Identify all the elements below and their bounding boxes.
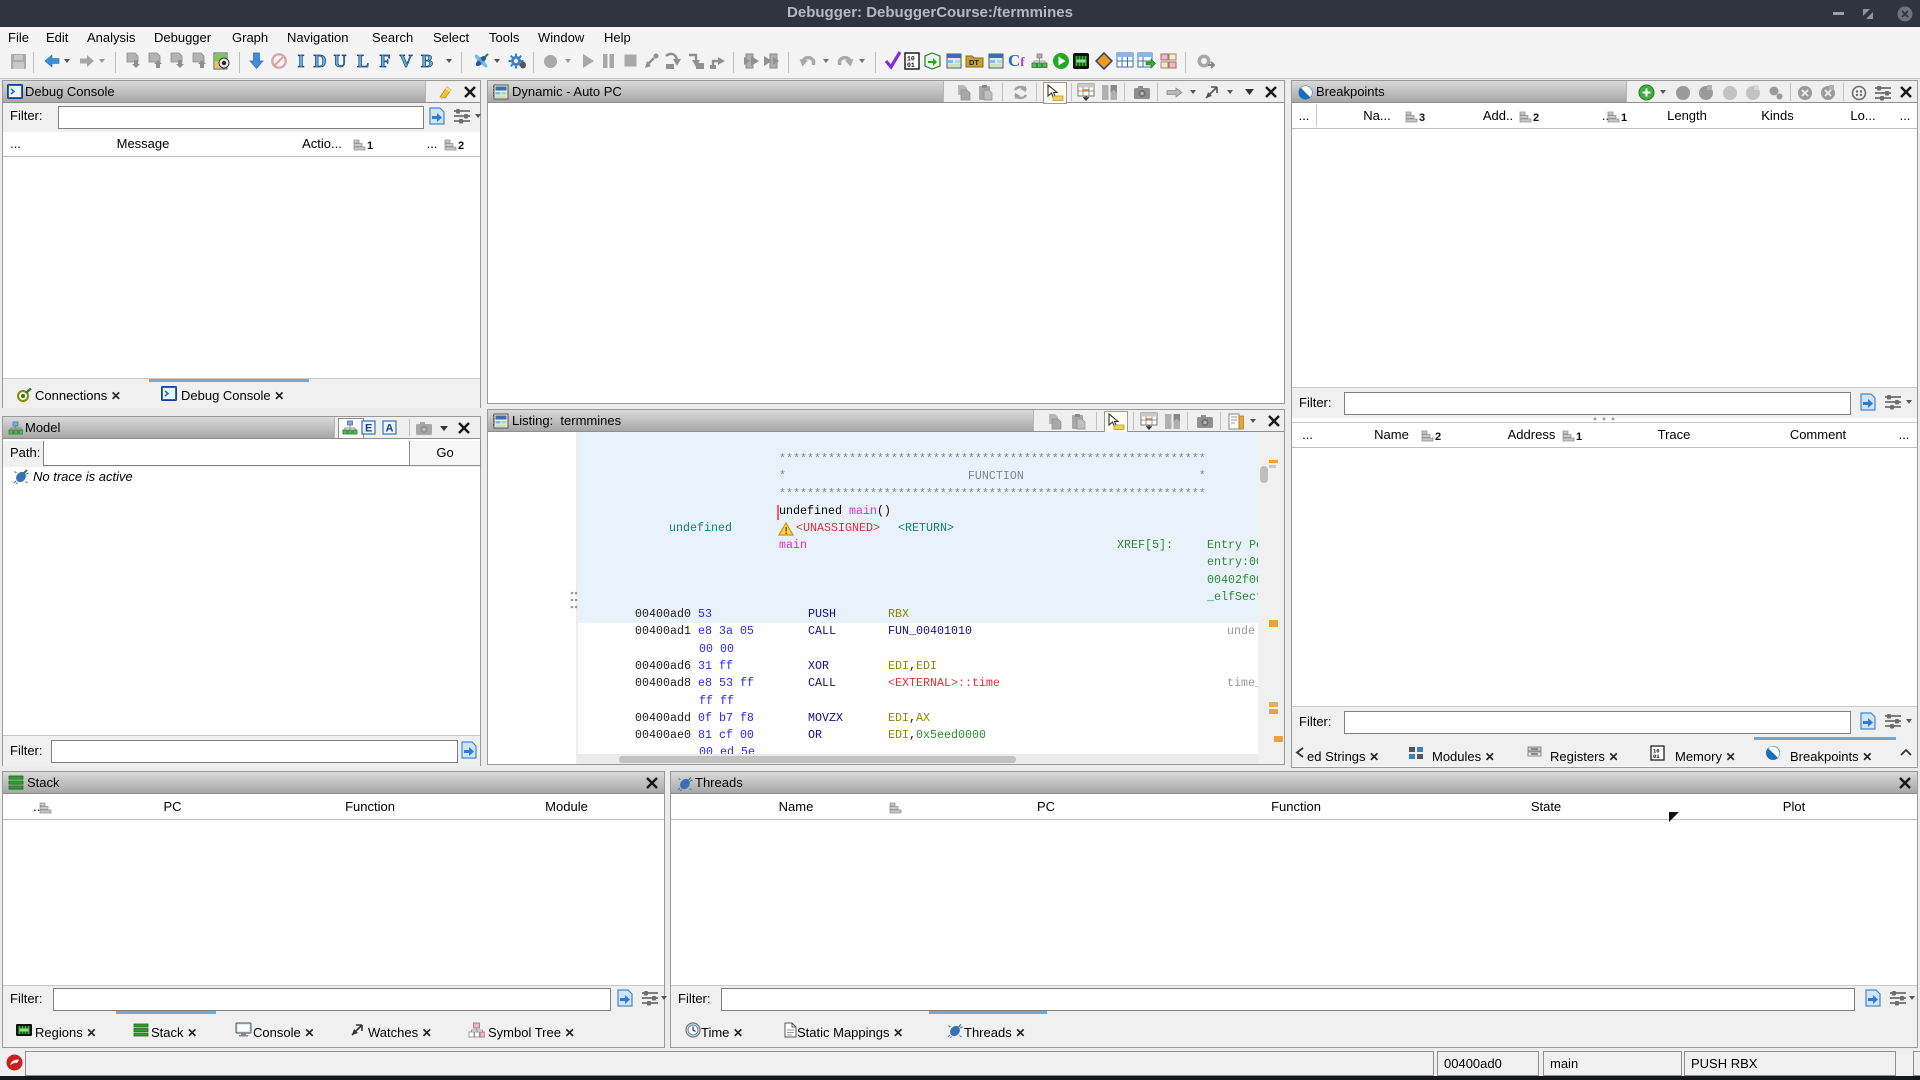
svg-text:01: 01 [1653,753,1660,760]
svg-text:1: 1 [367,140,373,151]
svg-text:01: 01 [907,62,915,69]
svg-text:1: 1 [1621,112,1627,123]
svg-text:2: 2 [1533,112,1539,123]
svg-text:E: E [365,423,372,435]
svg-text:A: A [386,423,394,435]
svg-text:3: 3 [1419,112,1425,123]
svg-text:1: 1 [1576,431,1582,442]
svg-text:2: 2 [458,140,464,151]
svg-text:2: 2 [1435,431,1441,442]
svg-text:DT: DT [969,58,979,67]
